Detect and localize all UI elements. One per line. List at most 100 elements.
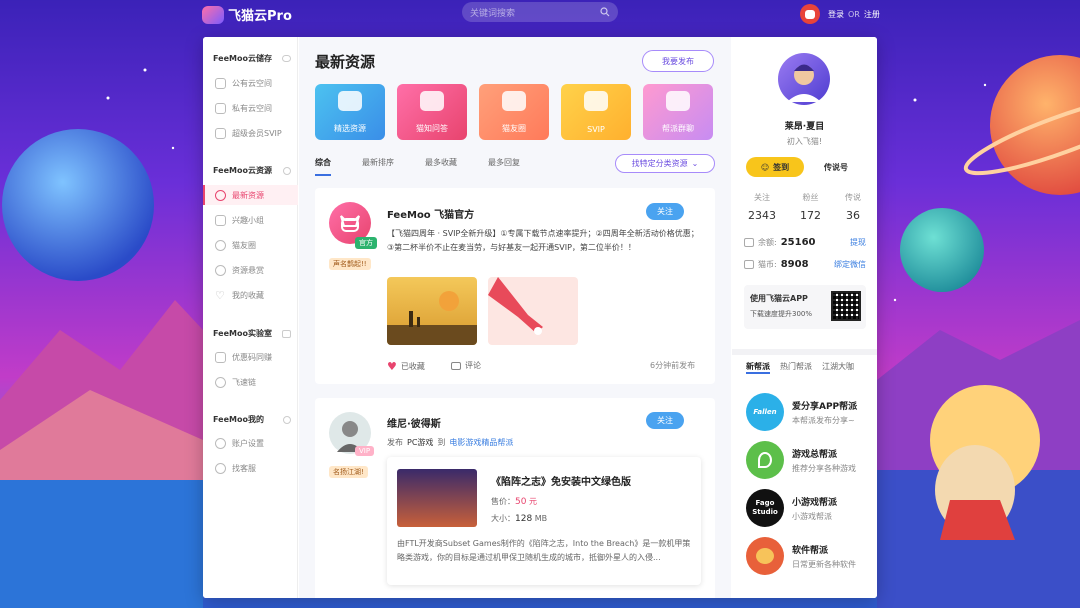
sidebar-item-fast-link[interactable]: 飞速链 (203, 372, 298, 392)
heart-icon: ♡ (215, 288, 225, 302)
follow-button[interactable]: 关注 (646, 412, 684, 429)
sidebar-item-favorites[interactable]: ♡ 我的收藏 (203, 285, 298, 305)
people-icon (666, 91, 690, 111)
auth-area: 登录 OR 注册 (800, 4, 880, 24)
tab-overall[interactable]: 综合 (315, 157, 331, 176)
post-author[interactable]: FeeMoo 飞猫官方 (387, 206, 474, 221)
sidebar-group-resources: FeeMoo云资源 (213, 165, 291, 176)
category-cat-friends[interactable]: 猫友圈 (479, 84, 549, 140)
wallet-icon (744, 238, 754, 247)
category-link[interactable]: PC游戏 (407, 437, 433, 448)
lock-cloud-icon (215, 102, 226, 114)
register-link[interactable]: 注册 (864, 9, 880, 20)
search-input[interactable]: 关键词搜索 (470, 6, 600, 19)
link-icon (215, 376, 226, 388)
stat-followers[interactable]: 粉丝 172 (800, 192, 821, 222)
tab-hot-groups[interactable]: 热门帮派 (780, 361, 812, 374)
user-icon (283, 415, 291, 424)
coin-icon (744, 260, 754, 269)
sidebar-item-cat-friends[interactable]: 猫友圈 (203, 235, 298, 255)
page-title: 最新资源 (315, 53, 376, 71)
saved-indicator[interactable]: ♥ 已收藏 (387, 360, 425, 373)
post-image[interactable] (387, 277, 477, 345)
circle-icon (215, 239, 226, 251)
post-author[interactable]: 维尼·彼得斯 (387, 415, 441, 430)
tab-most-saved[interactable]: 最多收藏 (425, 157, 457, 176)
withdraw-link[interactable]: 提现 (850, 237, 866, 248)
group-logo (746, 441, 784, 479)
sidebar-item-svip[interactable]: 超级会员SVIP (203, 123, 298, 143)
stat-following[interactable]: 关注 2343 (748, 192, 776, 222)
signin-button[interactable]: ☺ 签到 (746, 157, 804, 177)
comment-icon (451, 361, 461, 370)
stat-legend[interactable]: 传说 36 (845, 192, 861, 222)
tab-latest[interactable]: 最新排序 (362, 157, 394, 176)
bind-wechat-link[interactable]: 绑定微信 (834, 259, 866, 270)
game-price: 售价：50 元 (491, 497, 537, 507)
category-group-chat[interactable]: 帮派群聊 (643, 84, 713, 140)
post-time: 6分钟前发布 (650, 361, 696, 370)
comment-button[interactable]: 评论 (451, 360, 481, 371)
follow-button[interactable]: 关注 (646, 203, 684, 220)
avatar[interactable] (800, 4, 820, 24)
heart-icon: ♥ (387, 360, 397, 373)
category-featured[interactable]: 精选资源 (315, 84, 385, 140)
brand-name: 飞猫云Pro (228, 9, 292, 24)
top-bar: 飞猫云Pro 关键词搜索 登录 OR 注册 (0, 0, 1080, 30)
category-filter-dropdown[interactable]: 找特定分类资源 ⌄ (615, 154, 715, 173)
group-icon (215, 214, 226, 226)
group-item[interactable]: Fago Studio 小游戏帮派 小游戏帮派 (746, 488, 876, 528)
group-item[interactable]: 软件帮派 日常更新各种软件 (746, 536, 876, 576)
sidebar-item-latest[interactable]: 最新资源 (203, 185, 298, 205)
official-badge: 官方 (355, 237, 377, 249)
bounty-icon (215, 264, 226, 276)
portrait-image (787, 64, 821, 102)
sidebar-item-coupon[interactable]: 优惠码同赚 (203, 347, 298, 367)
sidebar-item-private-cloud[interactable]: 私有云空间 (203, 98, 298, 118)
app-download-card[interactable]: 使用飞猫云APP 下载速度提升300% (744, 285, 866, 329)
sidebar-item-public-cloud[interactable]: 公有云空间 (203, 73, 298, 93)
group-link[interactable]: 电影游戏精品帮派 (449, 437, 513, 448)
sidebar-item-bounty[interactable]: 资源悬赏 (203, 260, 298, 280)
profile-avatar[interactable] (778, 53, 830, 105)
gear-icon (215, 437, 226, 449)
post-text: 【飞猫四周年 · SVIP全新升级】①专属下载节点速率提升；②四周年全新活动价格… (387, 229, 699, 252)
hand-illustration (488, 277, 543, 335)
profile-name: 莱昂·夏目 (784, 122, 825, 132)
search-bar[interactable]: 关键词搜索 (462, 2, 618, 22)
category-svip[interactable]: SVIP (561, 84, 631, 140)
group-item[interactable]: Fallen 爱分享APP帮派 本帮派发布分享~ (746, 392, 876, 432)
game-description: 由FTL开发商Subset Games制作的《陷阵之志，Into the Bre… (397, 539, 691, 562)
publish-button[interactable]: 我要发布 (642, 50, 714, 72)
gift-icon (338, 91, 362, 111)
tab-new-groups[interactable]: 新帮派 (746, 361, 770, 374)
tab-big-shots[interactable]: 江湖大咖 (822, 361, 854, 374)
search-icon[interactable] (600, 7, 610, 17)
brand-logo[interactable]: 飞猫云Pro (202, 5, 292, 24)
sidebar-item-support[interactable]: 找客服 (203, 458, 298, 478)
cat-face-icon (502, 91, 526, 111)
legend-button[interactable]: 传说号 (808, 157, 864, 177)
group-tabs: 新帮派 热门帮派 江湖大咖 (732, 349, 877, 374)
profile-stats: 关注 2343 粉丝 172 传说 36 (732, 192, 877, 222)
game-resource-card[interactable]: 《陷阵之志》免安装中文绿色版 售价：50 元 大小：128 MB 由FTL开发商… (387, 457, 701, 585)
tab-most-replies[interactable]: 最多回复 (488, 157, 520, 176)
group-logo (746, 537, 784, 575)
coins-row: 猫币: 8908 绑定微信 (744, 259, 866, 270)
login-link[interactable]: 登录 (828, 9, 844, 20)
lab-icon (282, 329, 291, 338)
chevron-down-icon: ⌄ (691, 159, 699, 168)
title-badge: 名扬江湖! (329, 466, 368, 478)
smile-icon: ☺ (760, 162, 770, 172)
group-item[interactable]: 游戏总帮派 推荐分享各种游戏 (746, 440, 876, 480)
post-image[interactable] (488, 277, 578, 345)
sidebar-group-mine: FeeMoo我的 (213, 414, 291, 425)
title-badge: 声名鹊起!! (329, 258, 371, 270)
cat-face-icon (805, 9, 815, 19)
sidebar-item-interest-groups[interactable]: 兴趣小组 (203, 210, 298, 230)
category-qa[interactable]: 猫知问答 (397, 84, 467, 140)
sidebar-item-account-settings[interactable]: 账户设置 (203, 433, 298, 453)
headset-icon (215, 462, 226, 474)
group-logo: Fago Studio (746, 489, 784, 527)
cat-logo-icon (202, 5, 224, 24)
